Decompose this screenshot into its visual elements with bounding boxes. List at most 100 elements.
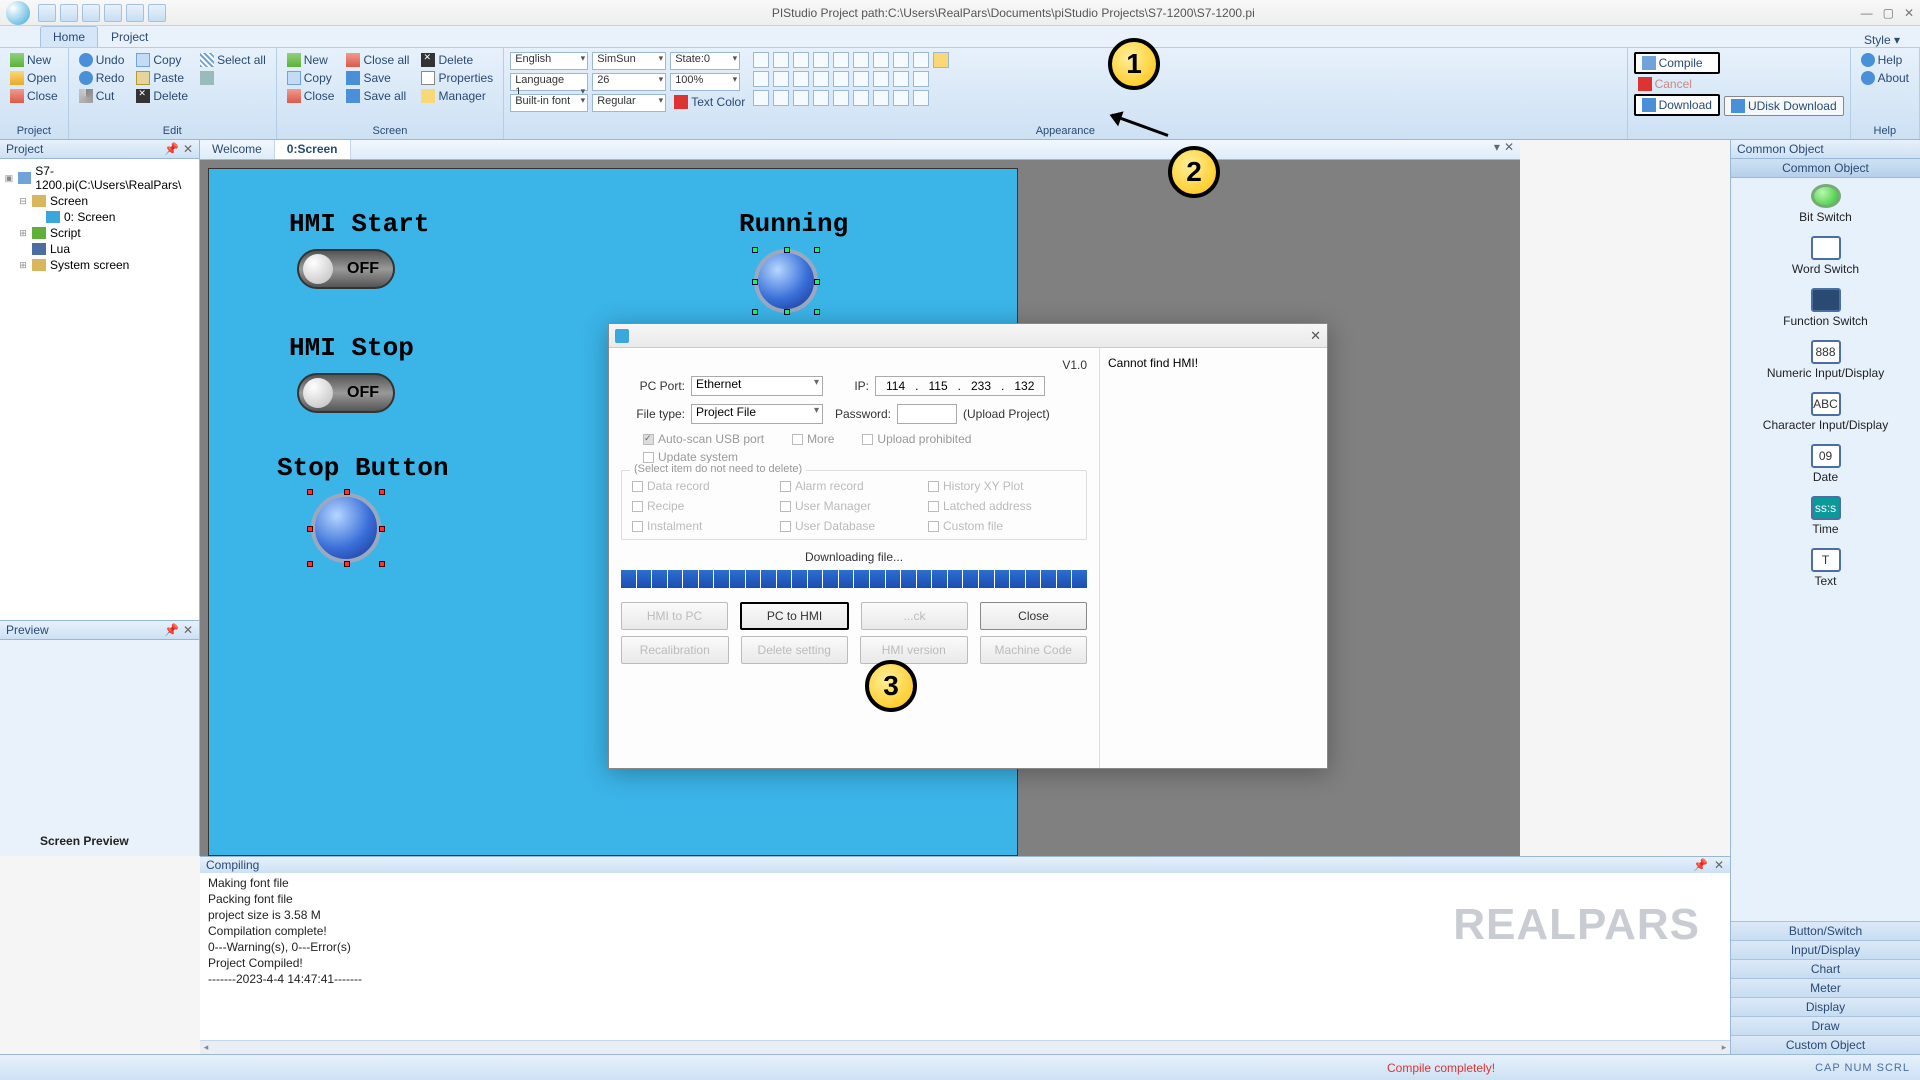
lock-icon[interactable] [933, 52, 949, 68]
open-button[interactable]: Open [6, 70, 62, 86]
tab-welcome[interactable]: Welcome [200, 140, 275, 159]
redo-button[interactable]: Redo [75, 70, 129, 86]
about-button[interactable]: About [1857, 70, 1913, 86]
close-icon[interactable]: ✕ [1504, 140, 1514, 159]
refresh-icon[interactable] [813, 71, 829, 87]
screen-copy-button[interactable]: Copy [283, 70, 339, 86]
dist-icon[interactable] [853, 52, 869, 68]
category-chart[interactable]: Chart [1731, 959, 1920, 978]
shape-icon[interactable] [753, 90, 769, 106]
object-bit-switch[interactable]: Bit Switch [1731, 178, 1920, 230]
object-time[interactable]: ss:sTime [1731, 490, 1920, 542]
align-right-icon[interactable] [793, 52, 809, 68]
paste-button[interactable]: Paste [132, 70, 192, 86]
category-draw[interactable]: Draw [1731, 1016, 1920, 1035]
screen-new-button[interactable]: New [283, 52, 339, 68]
dist-icon[interactable] [833, 52, 849, 68]
closeall-button[interactable]: Close all [342, 52, 413, 68]
zoom-select[interactable]: 100% [670, 73, 740, 91]
sync-clock-button[interactable]: ...ck [861, 602, 968, 630]
textcolor-button[interactable]: Text Color [670, 94, 749, 110]
updatesystem-checkbox[interactable]: Update system [643, 450, 738, 464]
close-button[interactable]: Close [6, 88, 62, 104]
label-hmi-stop[interactable]: HMI Stop [289, 333, 414, 363]
font-select[interactable]: SimSun [592, 52, 666, 70]
maximize-icon[interactable]: ▢ [1883, 6, 1894, 20]
close-icon[interactable]: ✕ [1904, 6, 1914, 20]
output-body[interactable]: Making font file Packing font file proje… [200, 873, 1730, 1040]
align-icon[interactable] [753, 71, 769, 87]
toggle-hmi-start[interactable]: OFF [297, 249, 395, 289]
dist-icon[interactable] [893, 52, 909, 68]
machine-code-button[interactable]: Machine Code [980, 636, 1088, 664]
ip-input[interactable]: 114. 115. 233. 132 [875, 376, 1045, 396]
dist-icon[interactable] [873, 52, 889, 68]
qat-btn[interactable] [38, 4, 56, 22]
cancel-button[interactable]: Cancel [1634, 76, 1720, 92]
screen-close-button[interactable]: Close [283, 88, 339, 104]
help-button[interactable]: Help [1857, 52, 1913, 68]
state-select[interactable]: State:0 [670, 52, 740, 70]
object-date[interactable]: 09Date [1731, 438, 1920, 490]
shape-icon[interactable] [793, 90, 809, 106]
object-function-switch[interactable]: Function Switch [1731, 282, 1920, 334]
properties-button[interactable]: Properties [417, 70, 497, 86]
object-word-switch[interactable]: Word Switch [1731, 230, 1920, 282]
language2-select[interactable]: Language 1 [510, 73, 588, 91]
dialog-titlebar[interactable]: ✕ [609, 324, 1327, 348]
lamp-stop-button[interactable] [311, 493, 381, 563]
dist-icon[interactable] [833, 90, 849, 106]
lamp-running[interactable] [754, 249, 818, 313]
dist-icon[interactable] [873, 90, 889, 106]
udisk-download-button[interactable]: UDisk Download [1724, 96, 1844, 116]
cut-button[interactable]: Cut [75, 88, 129, 104]
tab-project[interactable]: Project [98, 26, 161, 47]
new-button[interactable]: New [6, 52, 62, 68]
language-select[interactable]: English [510, 52, 588, 70]
toggle-hmi-stop[interactable]: OFF [297, 373, 395, 413]
filetype-select[interactable]: Project File [691, 404, 823, 424]
pin-icon[interactable]: 📌 [164, 142, 179, 156]
delete-setting-button[interactable]: Delete setting [741, 636, 849, 664]
misc-icon[interactable] [913, 90, 929, 106]
save-button[interactable]: Save [342, 70, 413, 86]
close-icon[interactable]: ✕ [1714, 858, 1724, 872]
hmi-to-pc-button[interactable]: HMI to PC [621, 602, 728, 630]
shape-icon[interactable] [813, 90, 829, 106]
qat-btn[interactable] [60, 4, 78, 22]
category-meter[interactable]: Meter [1731, 978, 1920, 997]
autoscan-checkbox[interactable]: Auto-scan USB port [643, 432, 764, 446]
tab-home[interactable]: Home [40, 26, 98, 47]
qat-btn[interactable] [82, 4, 100, 22]
pin-icon[interactable]: 📌 [164, 623, 179, 637]
dist-icon[interactable] [893, 90, 909, 106]
label-running[interactable]: Running [739, 209, 848, 239]
dialog-close-button[interactable]: ✕ [1310, 328, 1321, 344]
dist-icon[interactable] [873, 71, 889, 87]
compile-button[interactable]: Compile [1634, 52, 1720, 74]
close-icon[interactable]: ✕ [183, 623, 193, 637]
screen-delete-button[interactable]: Delete [417, 52, 497, 68]
object-text[interactable]: TText [1731, 542, 1920, 594]
object-numeric[interactable]: 888Numeric Input/Display [1731, 334, 1920, 386]
output-scrollbar[interactable]: ◂▸ [200, 1040, 1730, 1054]
undo-button[interactable]: Undo [75, 52, 129, 68]
shape-icon[interactable] [773, 90, 789, 106]
saveall-button[interactable]: Save all [342, 88, 413, 104]
hmi-version-button[interactable]: HMI version [860, 636, 968, 664]
rotate-icon[interactable] [813, 52, 829, 68]
qat-btn[interactable] [126, 4, 144, 22]
align-icon[interactable] [793, 71, 809, 87]
project-tree[interactable]: ▣S7-1200.pi(C:\Users\RealPars\ ⊟Screen 0… [0, 159, 199, 277]
tab-screen0[interactable]: 0:Screen [275, 140, 351, 159]
close-icon[interactable]: ✕ [183, 142, 193, 156]
delete-button[interactable]: Delete [132, 88, 192, 104]
builtinfont-select[interactable]: Built-in font [510, 94, 588, 112]
minimize-icon[interactable]: — [1861, 6, 1873, 20]
selectall-button[interactable]: Select all [196, 52, 270, 68]
category-custom[interactable]: Custom Object [1731, 1035, 1920, 1054]
uploadprohibited-checkbox[interactable]: Upload prohibited [862, 432, 971, 446]
object-character[interactable]: ABCCharacter Input/Display [1731, 386, 1920, 438]
fontweight-select[interactable]: Regular [592, 94, 666, 112]
align-center-icon[interactable] [773, 52, 789, 68]
